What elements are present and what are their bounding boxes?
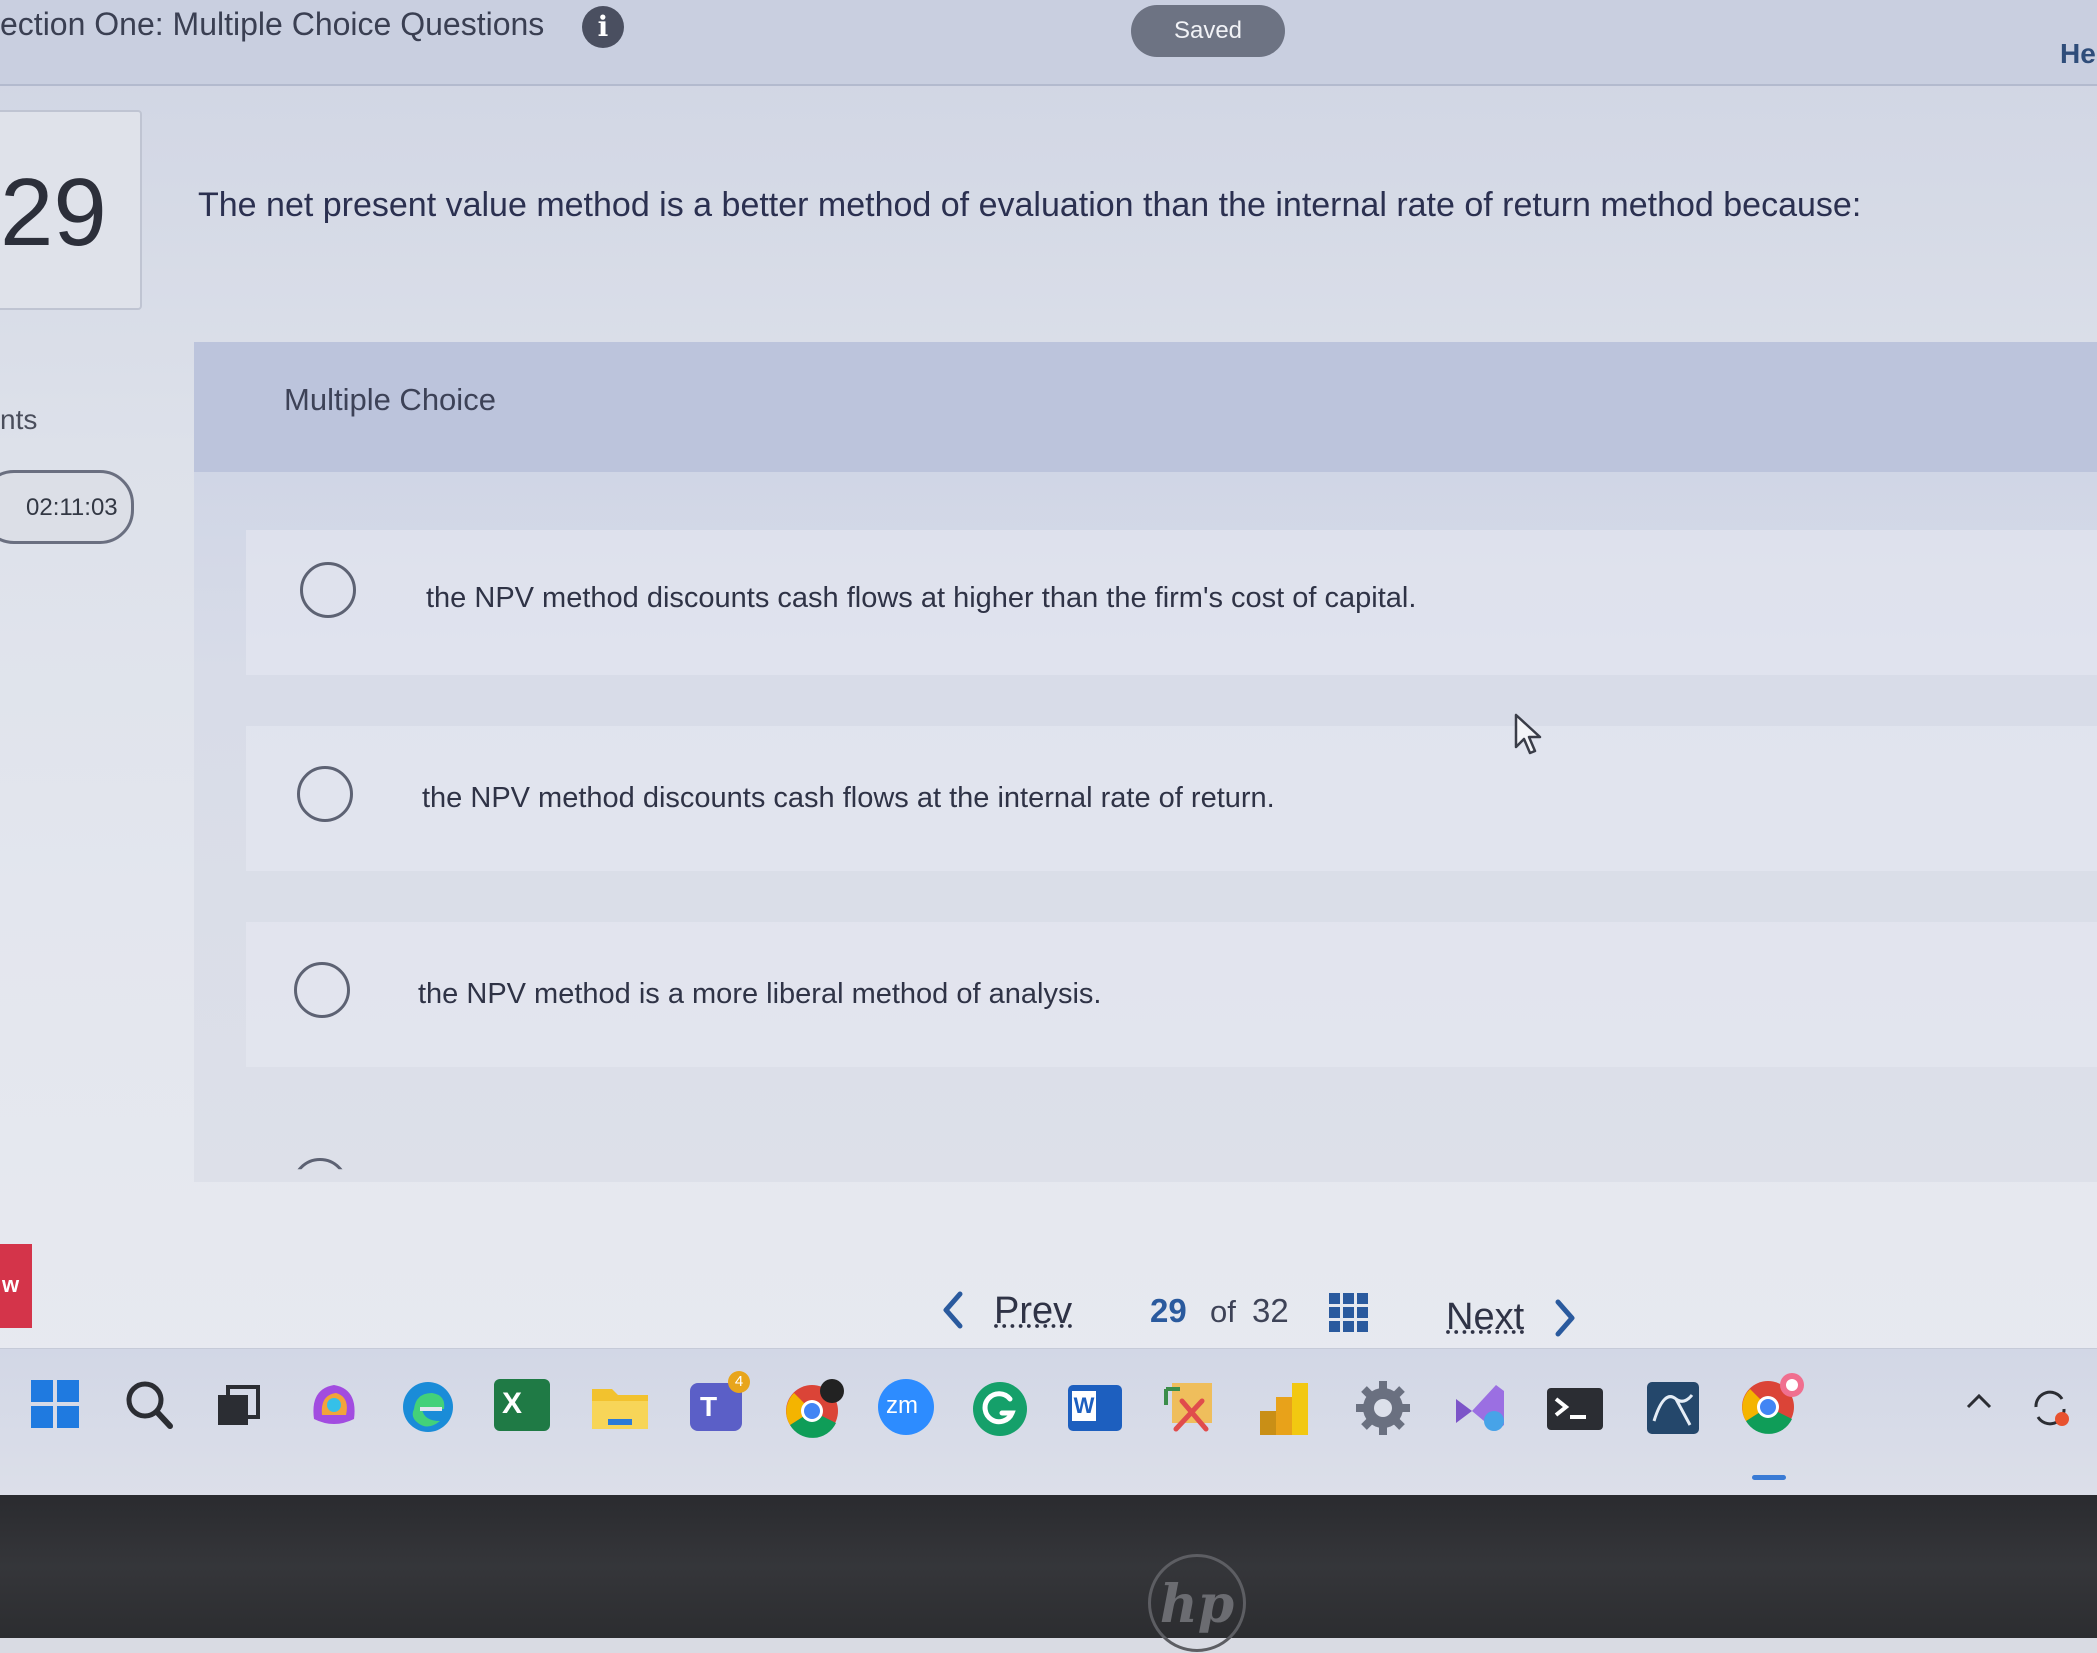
radio-button[interactable] xyxy=(300,562,356,618)
question-text: The net present value method is a better… xyxy=(198,186,1862,224)
next-button[interactable]: Next xyxy=(1446,1296,1524,1339)
mouse-pointer-icon xyxy=(1514,713,1542,755)
prev-button[interactable]: Prev xyxy=(994,1290,1072,1333)
question-number: 29 xyxy=(0,159,107,266)
saved-status-badge: Saved xyxy=(1131,5,1285,57)
help-link[interactable]: He xyxy=(2060,38,2096,70)
section-title: ection One: Multiple Choice Questions xyxy=(0,6,545,42)
answer-option[interactable]: the NPV method is a more liberal method … xyxy=(246,922,2097,1067)
terminal-icon[interactable] xyxy=(1546,1387,1604,1431)
chevron-left-icon[interactable] xyxy=(940,1290,966,1330)
sync-icon[interactable] xyxy=(2028,1385,2072,1429)
snipping-tool-icon[interactable] xyxy=(1162,1379,1220,1439)
visual-studio-icon[interactable] xyxy=(1450,1379,1508,1437)
top-bar: ection One: Multiple Choice Questions i … xyxy=(0,0,2097,86)
power-bi-icon[interactable] xyxy=(1258,1381,1314,1437)
answer-option[interactable]: the NPV method discounts cash flows at h… xyxy=(246,530,2097,675)
radio-button-partial[interactable] xyxy=(292,1158,348,1170)
settings-icon[interactable] xyxy=(1354,1379,1412,1437)
answer-option-text: the NPV method discounts cash flows at h… xyxy=(426,582,1417,614)
radio-button[interactable] xyxy=(294,962,350,1018)
file-explorer-icon[interactable] xyxy=(590,1379,650,1433)
current-page-number: 29 xyxy=(1150,1292,1187,1329)
multiple-choice-label: Multiple Choice xyxy=(284,382,496,417)
question-grid-icon[interactable] xyxy=(1328,1292,1370,1334)
word-icon[interactable]: W xyxy=(1068,1385,1122,1431)
grammarly-icon[interactable] xyxy=(972,1381,1028,1437)
info-icon[interactable]: i xyxy=(582,6,624,48)
teams-icon[interactable]: T 4 xyxy=(690,1371,750,1431)
hp-logo: hp xyxy=(1148,1554,1246,1652)
chrome-profile-icon[interactable] xyxy=(1740,1371,1806,1439)
total-pages: 32 xyxy=(1252,1292,1289,1329)
exam-screen: ection One: Multiple Choice Questions i … xyxy=(0,0,2097,1495)
copilot-icon[interactable] xyxy=(306,1379,362,1431)
task-view-icon[interactable] xyxy=(216,1385,260,1427)
search-icon[interactable] xyxy=(124,1379,174,1431)
chevron-up-icon[interactable] xyxy=(1964,1391,1994,1411)
excel-icon[interactable]: X xyxy=(494,1379,550,1431)
windows-start-icon[interactable] xyxy=(30,1379,80,1429)
mysql-workbench-icon[interactable] xyxy=(1646,1381,1700,1435)
side-tab[interactable]: w xyxy=(0,1244,32,1328)
answer-option-text: the NPV method is a more liberal method … xyxy=(418,978,1102,1010)
page-of-label: of xyxy=(1210,1294,1236,1329)
zoom-icon[interactable]: zm xyxy=(878,1379,934,1435)
answer-option[interactable]: the NPV method discounts cash flows at t… xyxy=(246,726,2097,871)
chrome-icon[interactable] xyxy=(784,1379,846,1439)
edge-icon[interactable] xyxy=(400,1379,456,1435)
notification-badge: 4 xyxy=(728,1371,750,1393)
points-label: nts xyxy=(0,404,38,435)
timer-text: 02:11:03 xyxy=(26,494,118,521)
active-app-indicator xyxy=(1752,1475,1786,1480)
radio-button[interactable] xyxy=(297,766,353,822)
laptop-bezel xyxy=(0,1495,2097,1638)
answer-option-text: the NPV method discounts cash flows at t… xyxy=(422,782,1275,814)
taskbar: X T 4 zm W xyxy=(0,1348,2097,1495)
chevron-right-icon[interactable] xyxy=(1552,1298,1578,1338)
